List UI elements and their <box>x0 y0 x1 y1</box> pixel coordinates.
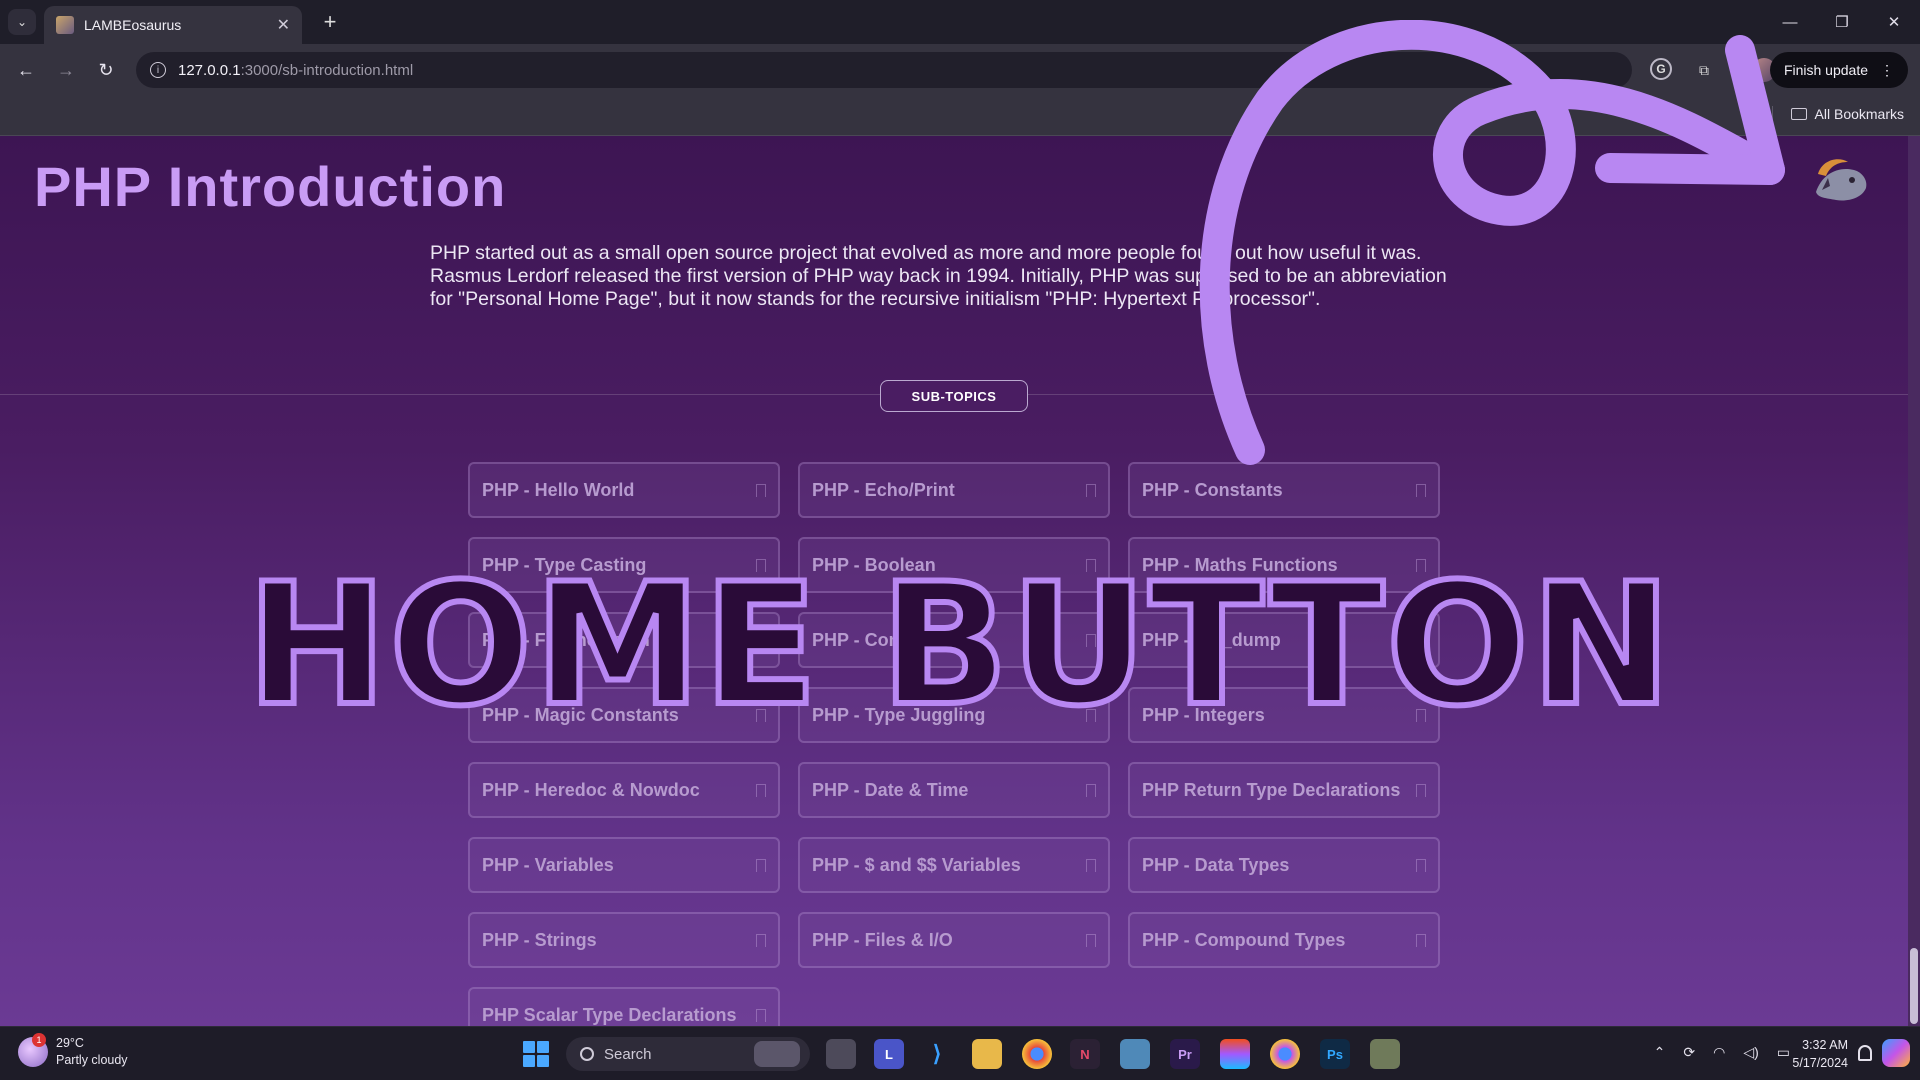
chevron-up-icon[interactable]: ⌃ <box>1654 1044 1666 1061</box>
tab-search-button[interactable]: ⌄ <box>8 9 36 35</box>
bookmark-icon[interactable] <box>1416 933 1426 947</box>
copilot-icon[interactable] <box>1882 1039 1910 1067</box>
bookmark-icon[interactable] <box>1416 783 1426 797</box>
tab-title: LAMBEosaurus <box>84 17 182 33</box>
topic-card-label: PHP - Compound Types <box>1142 929 1346 950</box>
premiere-icon[interactable]: Pr <box>1170 1039 1200 1069</box>
topic-card[interactable]: PHP - Heredoc & Nowdoc <box>468 762 780 818</box>
chrome-profile-icon[interactable] <box>1270 1039 1300 1069</box>
weather-badge: 1 <box>32 1033 46 1047</box>
windows-taskbar: 1 29°C Partly cloudy Search L ⟩ N Pr Ps … <box>0 1026 1920 1080</box>
sub-topics-button[interactable]: SUB-TOPICS <box>880 380 1028 412</box>
search-icon <box>580 1047 594 1061</box>
bookmark-icon[interactable] <box>1086 783 1096 797</box>
topic-card-label: PHP - Constants <box>1142 479 1283 500</box>
image-app-icon[interactable] <box>1120 1039 1150 1069</box>
close-window-icon[interactable]: ✕ <box>1868 0 1920 44</box>
bookmark-icon[interactable] <box>756 933 766 947</box>
system-tray: ⌃ ⟳ ◠ ◁) ▭ <box>1654 1044 1790 1061</box>
topic-card[interactable]: PHP - Compound Types <box>1128 912 1440 968</box>
app-l-icon[interactable]: L <box>874 1039 904 1069</box>
volume-icon[interactable]: ◁) <box>1743 1044 1758 1061</box>
topic-card-label: PHP - Date & Time <box>812 779 969 800</box>
topic-card[interactable]: PHP - Variables <box>468 837 780 893</box>
site-favicon-icon <box>56 16 74 34</box>
bookmark-icon[interactable] <box>756 858 766 872</box>
topic-card-label: PHP Return Type Declarations <box>1142 779 1401 800</box>
weather-condition: Partly cloudy <box>56 1053 128 1067</box>
app-n-icon[interactable]: N <box>1070 1039 1100 1069</box>
topic-card-label: PHP - Files & I/O <box>812 929 953 950</box>
clock-date: 5/17/2024 <box>1792 1056 1848 1070</box>
chrome-icon[interactable] <box>1022 1039 1052 1069</box>
topic-card-label: PHP - Heredoc & Nowdoc <box>482 779 700 800</box>
task-view-icon[interactable] <box>826 1039 856 1069</box>
taskbar-search-label: Search <box>604 1045 652 1063</box>
bookmark-icon[interactable] <box>1416 858 1426 872</box>
figma-icon[interactable] <box>1220 1039 1250 1069</box>
scrollbar-thumb[interactable] <box>1910 948 1918 1024</box>
vscode-icon[interactable]: ⟩ <box>922 1039 952 1069</box>
topic-card-label: PHP - Echo/Print <box>812 479 955 500</box>
menu-dots-icon: ⋮ <box>1880 61 1894 78</box>
topic-card[interactable]: PHP - Hello World <box>468 462 780 518</box>
battery-icon[interactable]: ▭ <box>1777 1044 1790 1061</box>
clock-time: 3:32 AM <box>1802 1038 1848 1052</box>
all-bookmarks-button[interactable]: All Bookmarks <box>1790 106 1904 122</box>
bookmark-icon[interactable] <box>756 483 766 497</box>
reload-icon[interactable]: ↻ <box>92 56 120 84</box>
search-highlight-image <box>754 1041 800 1067</box>
bookmark-icon[interactable] <box>1086 933 1096 947</box>
topic-card[interactable]: PHP - Date & Time <box>798 762 1110 818</box>
taskbar-search[interactable]: Search <box>566 1037 810 1071</box>
topic-card[interactable]: PHP Scalar Type Declarations <box>468 987 780 1026</box>
bookmark-icon[interactable] <box>756 783 766 797</box>
topic-card[interactable]: PHP - Echo/Print <box>798 462 1110 518</box>
notepad-icon[interactable] <box>1370 1039 1400 1069</box>
topic-card-label: PHP - Data Types <box>1142 854 1290 875</box>
topic-card-label: PHP - Strings <box>482 929 597 950</box>
bookmark-icon[interactable] <box>1416 483 1426 497</box>
topic-card[interactable]: PHP - Strings <box>468 912 780 968</box>
forward-arrow-icon[interactable]: → <box>52 56 80 84</box>
sync-icon[interactable]: ⟳ <box>1683 1044 1695 1061</box>
topic-card[interactable]: PHP - Files & I/O <box>798 912 1110 968</box>
url-text[interactable]: 127.0.0.1:3000/sb-introduction.html <box>178 62 413 79</box>
back-arrow-icon[interactable]: ← <box>12 56 40 84</box>
wifi-icon[interactable]: ◠ <box>1713 1044 1725 1061</box>
topic-card[interactable]: PHP Return Type Declarations <box>1128 762 1440 818</box>
bookmark-icon[interactable] <box>756 1008 766 1022</box>
notification-bell-icon[interactable] <box>1858 1045 1872 1061</box>
curved-arrow-annotation <box>1199 20 1785 465</box>
bookmark-icon[interactable] <box>1086 483 1096 497</box>
taskbar-clock[interactable]: 3:32 AM 5/17/2024 <box>1792 1036 1848 1072</box>
photoshop-icon[interactable]: Ps <box>1320 1039 1350 1069</box>
file-explorer-icon[interactable] <box>972 1039 1002 1069</box>
bookmark-icon[interactable] <box>1086 858 1096 872</box>
all-bookmarks-label: All Bookmarks <box>1814 106 1904 122</box>
topic-card[interactable]: PHP - $ and $$ Variables <box>798 837 1110 893</box>
site-info-icon[interactable]: i <box>150 62 166 78</box>
windows-start-icon[interactable] <box>523 1041 549 1067</box>
topic-card-label: PHP - $ and $$ Variables <box>812 854 1021 875</box>
weather-temperature: 29°C <box>56 1036 84 1050</box>
close-tab-icon[interactable]: ✕ <box>277 15 290 35</box>
weather-widget[interactable]: 1 29°C Partly cloudy <box>18 1033 128 1069</box>
restore-icon[interactable]: ❐ <box>1816 0 1868 44</box>
topic-card-label: PHP Scalar Type Declarations <box>482 1004 737 1025</box>
topic-card-label: PHP - Hello World <box>482 479 635 500</box>
topic-card[interactable]: PHP - Data Types <box>1128 837 1440 893</box>
home-logo-button[interactable] <box>1808 152 1874 208</box>
browser-tab[interactable]: LAMBEosaurus ✕ <box>44 6 302 44</box>
home-button-overlay-text: HOME BUTTON <box>244 547 1675 743</box>
weather-cloud-icon: 1 <box>18 1033 48 1067</box>
page-title: PHP Introduction <box>34 155 507 218</box>
new-tab-button[interactable]: + <box>316 8 344 36</box>
topic-card-label: PHP - Variables <box>482 854 614 875</box>
